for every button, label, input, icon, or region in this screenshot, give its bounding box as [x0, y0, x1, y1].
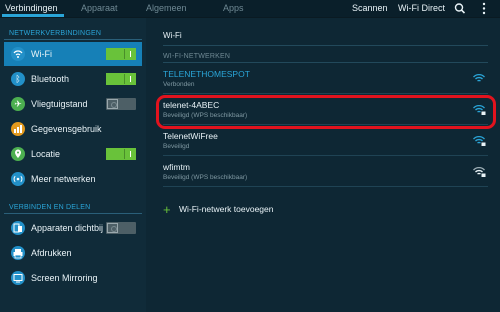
sidebar-item-wifi[interactable]: Wi-Fi: [4, 42, 142, 66]
networks-section-header: WI-FI-NETWERKEN: [163, 53, 231, 60]
sidebar-item-label: Wi-Fi: [31, 49, 52, 59]
print-icon: [11, 246, 25, 260]
toggle-knob: [124, 149, 136, 159]
bluetooth-toggle[interactable]: [106, 73, 136, 85]
tab-algemeen[interactable]: Algemeen: [146, 0, 187, 17]
network-status: Verbonden: [163, 81, 195, 88]
data-usage-icon: [11, 122, 25, 136]
nearby-devices-toggle[interactable]: [106, 222, 136, 234]
sidebar-item-label: Gegevensgebruik: [31, 124, 102, 134]
toggle-knob: [107, 223, 118, 233]
section-header-network: NETWERKVERBINDINGEN: [9, 30, 102, 37]
network-name: TelenetWiFree: [163, 131, 218, 141]
sidebar-item-bluetooth[interactable]: ᛒ Bluetooth: [4, 67, 142, 91]
toggle-knob: [124, 49, 136, 59]
wifi-toggle[interactable]: [106, 48, 136, 60]
section-divider: [4, 213, 142, 214]
network-name: wfimtm: [163, 162, 190, 172]
sidebar-item-meer-netwerken[interactable]: Meer netwerken: [4, 167, 142, 191]
toggle-knob: [107, 99, 118, 109]
sidebar-item-label: Afdrukken: [31, 248, 72, 258]
active-tab-indicator: [2, 14, 64, 17]
airplane-icon: ✈: [11, 97, 25, 111]
sidebar-item-gegevensgebruik[interactable]: Gegevensgebruik: [4, 117, 142, 141]
wifi-secured-icon: [473, 166, 486, 177]
list-divider: [163, 93, 488, 94]
tab-apps[interactable]: Apps: [223, 0, 244, 17]
tab-apparaat[interactable]: Apparaat: [81, 0, 118, 17]
sidebar-item-screen-mirroring[interactable]: Screen Mirroring: [4, 266, 142, 290]
sidebar-item-label: Meer netwerken: [31, 174, 96, 184]
page-title: Wi-Fi: [163, 31, 182, 40]
wifi-content-panel: Wi-Fi WI-FI-NETWERKEN TELENETHOMESPOT Ve…: [146, 18, 500, 312]
network-status: Beveiligd: [163, 143, 190, 150]
toggle-off-mark: [111, 102, 117, 108]
network-item-wfimtm[interactable]: wfimtm Beveiligd (WPS beschikbaar): [163, 159, 488, 185]
nearby-devices-icon: [11, 221, 25, 235]
highlight-annotation: [156, 95, 496, 129]
plus-icon: +: [163, 202, 171, 217]
sidebar-item-afdrukken[interactable]: Afdrukken: [4, 241, 142, 265]
network-status: Beveiligd (WPS beschikbaar): [163, 174, 248, 181]
toggle-knob: [124, 74, 136, 84]
sidebar-item-label: Apparaten dichtbij: [31, 223, 104, 233]
toggle-off-mark: [111, 226, 117, 232]
section-header-share: VERBINDEN EN DELEN: [9, 204, 91, 211]
network-item-telenethomespot[interactable]: TELENETHOMESPOT Verbonden: [163, 66, 488, 92]
bluetooth-icon: ᛒ: [11, 72, 25, 86]
sidebar-item-vliegtuigstand[interactable]: ✈ Vliegtuigstand: [4, 92, 142, 116]
more-networks-icon: [11, 172, 25, 186]
sidebar-item-label: Vliegtuigstand: [31, 99, 88, 109]
scan-button[interactable]: Scannen: [352, 0, 388, 17]
sidebar-item-label: Locatie: [31, 149, 61, 159]
sidebar-item-apparaten-dichtbij[interactable]: Apparaten dichtbij: [4, 216, 142, 240]
section-divider: [163, 62, 488, 63]
overflow-menu-icon[interactable]: [476, 0, 492, 17]
wifi-secured-icon: [473, 135, 486, 146]
wifi-signal-icon: [473, 73, 485, 82]
wifi-icon: [11, 47, 25, 61]
screen-mirroring-icon: [11, 271, 25, 285]
network-item-telenetwifree[interactable]: TelenetWiFree Beveiligd: [163, 128, 488, 154]
list-divider: [163, 186, 488, 187]
sidebar-item-label: Bluetooth: [31, 74, 70, 84]
sidebar-item-label: Screen Mirroring: [31, 273, 98, 283]
location-toggle[interactable]: [106, 148, 136, 160]
location-icon: [11, 147, 25, 161]
action-bar: Verbindingen Apparaat Algemeen Apps Scan…: [0, 0, 500, 18]
add-network-label: Wi-Fi-netwerk toevoegen: [179, 204, 274, 214]
title-divider: [163, 45, 488, 46]
airplane-toggle[interactable]: [106, 98, 136, 110]
section-divider: [4, 39, 142, 40]
wifi-direct-button[interactable]: Wi-Fi Direct: [398, 0, 445, 17]
network-name: TELENETHOMESPOT: [163, 69, 250, 79]
sidebar-item-locatie[interactable]: Locatie: [4, 142, 142, 166]
search-icon[interactable]: [452, 0, 468, 17]
settings-sidebar: NETWERKVERBINDINGEN Wi-Fi ᛒ Bluetooth ✈ …: [0, 18, 146, 312]
list-divider: [163, 155, 488, 156]
